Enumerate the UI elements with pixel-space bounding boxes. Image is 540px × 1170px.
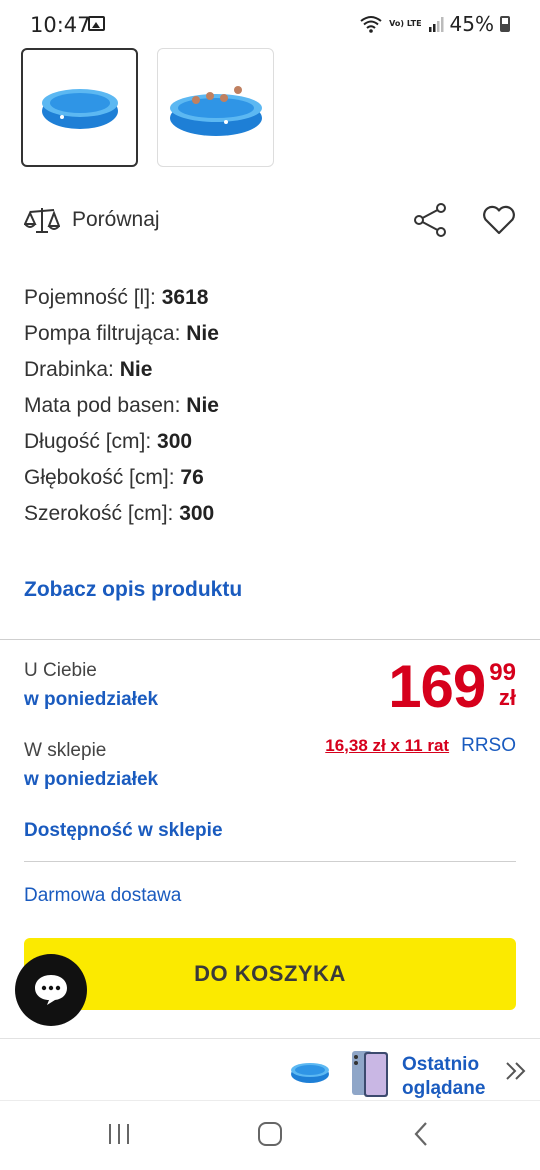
signal-icon: [428, 17, 444, 32]
price-currency: zł: [498, 685, 516, 710]
chat-button[interactable]: [15, 954, 87, 1026]
product-price: 169 99 zł: [388, 655, 516, 719]
status-indicators: Vo) LTE 45%: [359, 12, 510, 36]
spec-label: Drabinka:: [24, 358, 120, 381]
gallery-thumbnails: [21, 48, 274, 167]
status-time: 10:47: [30, 13, 91, 37]
volte-icon: Vo) LTE: [389, 19, 422, 28]
store-pickup-day: w poniedziałek: [24, 769, 159, 790]
free-delivery-link[interactable]: Darmowa dostawa: [24, 885, 181, 907]
spec-label: Szerokość [cm]:: [24, 502, 180, 525]
gallery-notification-icon: [88, 16, 105, 31]
spec-label: Głębokość [cm]:: [24, 466, 181, 489]
spec-value: Nie: [119, 358, 153, 381]
heart-icon[interactable]: [482, 205, 516, 235]
recently-viewed-bar[interactable]: Ostatnio oglądane: [0, 1038, 540, 1100]
pool-with-people-icon: [169, 85, 262, 136]
back-icon[interactable]: [410, 1121, 434, 1147]
store-availability-link[interactable]: Dostępność w sklepie: [24, 820, 223, 842]
price-cents: 99: [489, 659, 516, 686]
spec-list: Pojemność [l]: 3618 Pompa filtrująca: Ni…: [24, 284, 219, 536]
home-delivery-label: U Ciebie: [24, 660, 97, 681]
spec-label: Długość [cm]:: [24, 430, 158, 453]
spec-item: Drabinka: Nie: [24, 356, 219, 392]
spec-item: Głębokość [cm]: 76: [24, 464, 219, 500]
product-actions: Porównaj: [24, 196, 516, 244]
spec-label: Mata pod basen:: [24, 394, 187, 417]
installment-link[interactable]: 16,38 zł x 11 rat: [325, 736, 449, 756]
recent-apps-icon[interactable]: [106, 1121, 132, 1147]
thumbnail-pool[interactable]: [21, 48, 138, 167]
home-icon[interactable]: [256, 1121, 284, 1147]
scale-icon: [24, 208, 60, 233]
home-delivery-day: w poniedziałek: [24, 689, 159, 710]
recent-pool-thumbnail[interactable]: [290, 1059, 330, 1085]
product-description-link[interactable]: Zobacz opis produktu: [24, 578, 242, 602]
double-chevron-right-icon[interactable]: [504, 1061, 528, 1081]
system-navigation-bar: [0, 1100, 540, 1170]
spec-value: 76: [180, 466, 204, 489]
recent-phone-thumbnail[interactable]: [350, 1049, 392, 1099]
share-icon[interactable]: [412, 202, 448, 238]
battery-icon: [500, 16, 510, 32]
recently-viewed-label: Ostatnio oglądane: [402, 1054, 486, 1099]
chat-bubble-icon: [35, 975, 67, 1005]
spec-value: 3618: [161, 286, 209, 309]
wifi-icon: [360, 16, 382, 33]
spec-value: 300: [157, 430, 193, 453]
spec-value: Nie: [186, 394, 219, 417]
installment-info: 16,38 zł x 11 rat RRSO: [325, 735, 516, 757]
spec-item: Mata pod basen: Nie: [24, 392, 219, 428]
spec-item: Pojemność [l]: 3618: [24, 284, 219, 320]
thumbnail-pool-with-people[interactable]: [157, 48, 274, 167]
spec-value: 300: [179, 502, 215, 525]
spec-item: Szerokość [cm]: 300: [24, 500, 219, 536]
spec-label: Pojemność [l]:: [24, 286, 162, 309]
battery-percent: 45%: [449, 12, 494, 36]
spec-label: Pompa filtrująca:: [24, 322, 187, 345]
add-to-cart-button[interactable]: DO KOSZYKA: [24, 938, 516, 1010]
pool-icon: [41, 88, 118, 129]
store-pickup-label: W sklepie: [24, 740, 107, 761]
status-bar: 10:47 Vo) LTE 45%: [0, 0, 540, 44]
compare-label: Porównaj: [72, 208, 160, 231]
spec-value: Nie: [186, 322, 219, 345]
compare-button[interactable]: Porównaj: [24, 205, 160, 235]
rrso-link[interactable]: RRSO: [461, 735, 516, 757]
spec-item: Pompa filtrująca: Nie: [24, 320, 219, 356]
divider: [0, 639, 540, 640]
price-main: 169: [388, 653, 486, 720]
spec-item: Długość [cm]: 300: [24, 428, 219, 464]
divider: [24, 861, 516, 862]
